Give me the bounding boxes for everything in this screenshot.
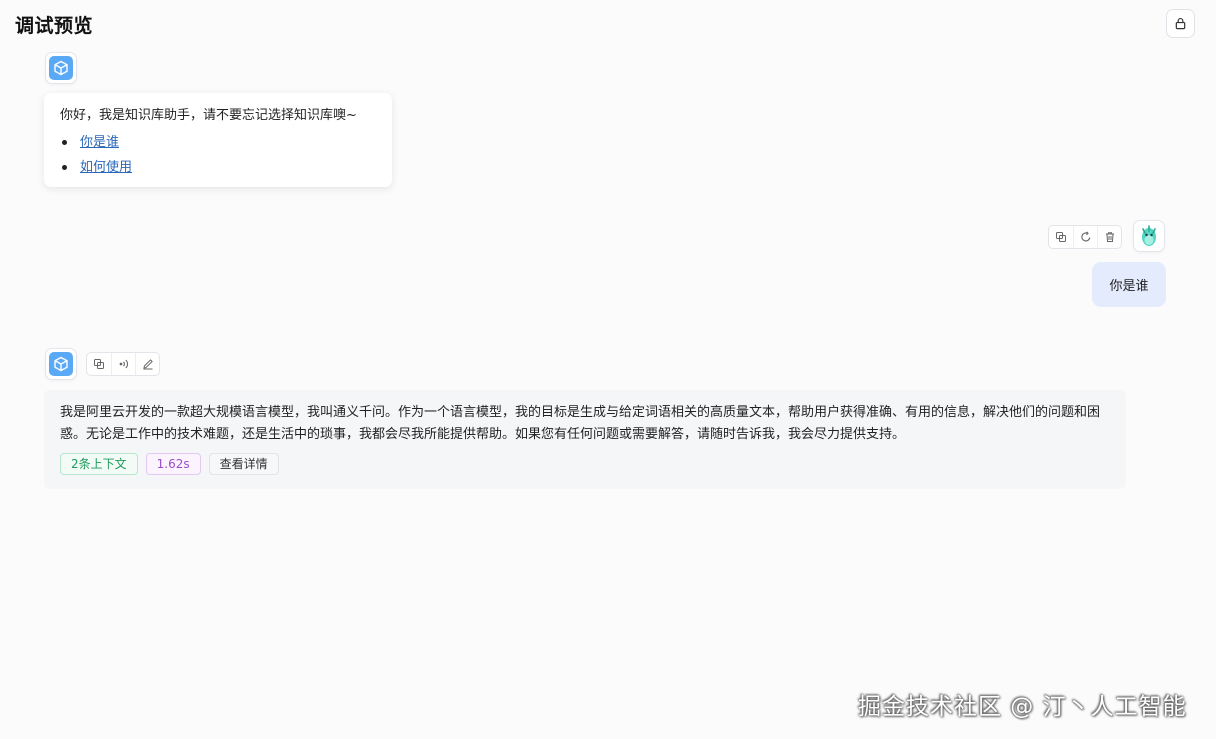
retry-icon bbox=[1080, 231, 1090, 242]
welcome-message: 你好，我是知识库助手，请不要忘记选择知识库噢~ 你是谁 如何使用 bbox=[44, 93, 392, 187]
speak-button[interactable] bbox=[111, 353, 135, 375]
cube-icon bbox=[49, 56, 73, 80]
message-meta-tags: 2条上下文 1.62s 查看详情 bbox=[60, 453, 1110, 475]
response-time-badge: 1.62s bbox=[145, 453, 201, 475]
ai-message-actions bbox=[86, 352, 160, 376]
bot-avatar bbox=[45, 348, 77, 380]
list-item: 你是谁 bbox=[60, 130, 376, 155]
retry-button[interactable] bbox=[1073, 226, 1097, 248]
watermark: 掘金技术社区 @ 汀丶人工智能 bbox=[858, 694, 1187, 720]
user-avatar bbox=[1133, 220, 1165, 252]
lock-button[interactable] bbox=[1166, 9, 1195, 38]
delete-icon bbox=[1105, 232, 1114, 242]
suggestion-link-who[interactable]: 你是谁 bbox=[80, 135, 119, 150]
list-item: 如何使用 bbox=[60, 155, 376, 180]
context-count-badge: 2条上下文 bbox=[60, 453, 138, 475]
copy-button[interactable] bbox=[1049, 226, 1073, 248]
suggestion-link-how[interactable]: 如何使用 bbox=[80, 160, 132, 175]
edit-icon bbox=[142, 359, 153, 370]
delete-button[interactable] bbox=[1097, 226, 1121, 248]
page-title: 调试预览 bbox=[15, 15, 94, 37]
view-details-button[interactable]: 查看详情 bbox=[208, 453, 279, 475]
suggested-questions: 你是谁 如何使用 bbox=[60, 130, 376, 180]
edit-button[interactable] bbox=[135, 353, 159, 375]
user-avatar-icon bbox=[1142, 225, 1156, 246]
bot-avatar bbox=[45, 52, 77, 84]
ai-message-text: 我是阿里云开发的一款超大规模语言模型，我叫通义千问。作为一个语言模型，我的目标是… bbox=[60, 405, 1101, 442]
user-message-actions bbox=[1048, 225, 1122, 249]
copy-icon bbox=[94, 359, 104, 369]
cube-icon bbox=[49, 352, 73, 376]
copy-icon bbox=[1056, 232, 1066, 242]
ai-message-bubble: 我是阿里云开发的一款超大规模语言模型，我叫通义千问。作为一个语言模型，我的目标是… bbox=[44, 390, 1126, 489]
user-message-bubble: 你是谁 bbox=[1092, 262, 1166, 307]
welcome-greeting: 你好，我是知识库助手，请不要忘记选择知识库噢~ bbox=[60, 108, 357, 123]
lock-icon bbox=[1175, 17, 1186, 30]
copy-button[interactable] bbox=[87, 353, 111, 375]
speaker-icon bbox=[119, 359, 128, 369]
